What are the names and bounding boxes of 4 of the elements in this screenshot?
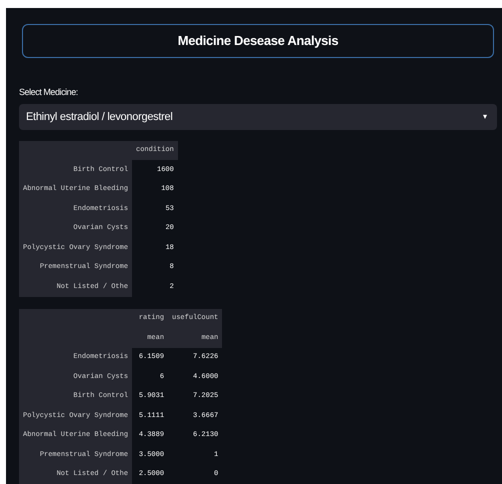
dropdown-arrow-icon: ▾ (483, 110, 487, 123)
medicine-select[interactable]: Ethinyl estradiol / levonorgestrel ▾ (19, 104, 497, 130)
select-label: Select Medicine: (19, 86, 78, 99)
page-title: Medicine Desease Analysis (178, 32, 338, 50)
